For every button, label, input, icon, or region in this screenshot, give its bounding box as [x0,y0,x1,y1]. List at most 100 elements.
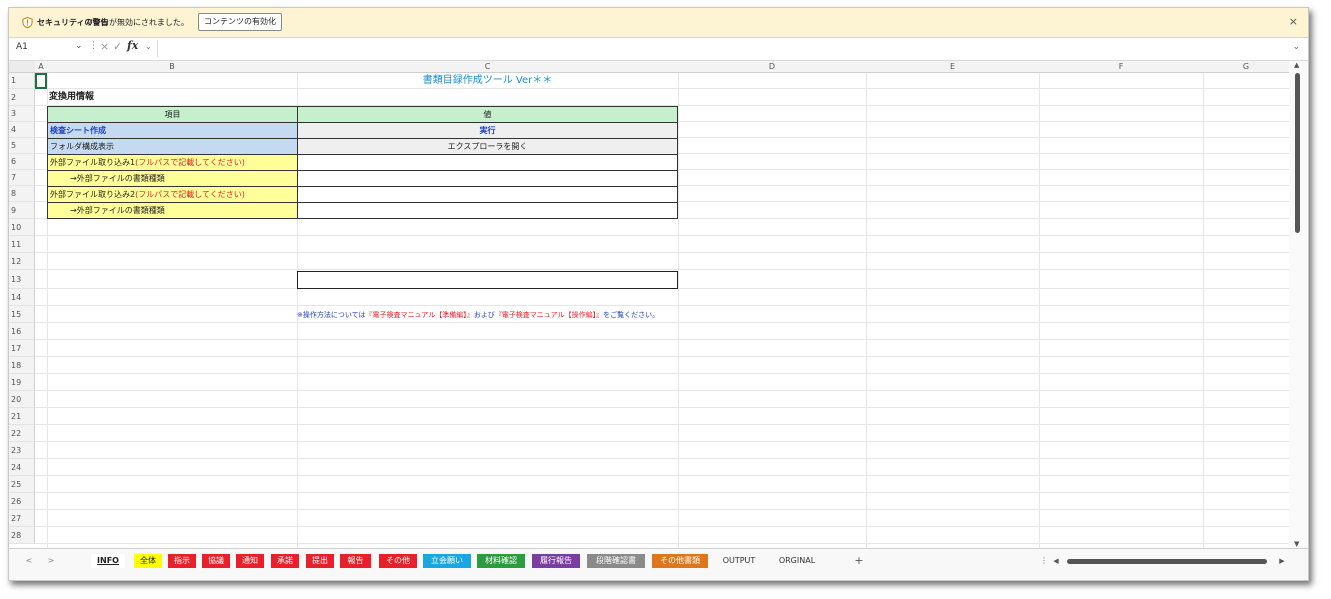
row-header[interactable]: 27 [9,510,35,527]
active-cell[interactable] [35,73,47,89]
external-file-1-type-input[interactable] [297,170,678,187]
grid-row-line [35,373,1289,374]
fullpath-note: (フルパスで記載してください) [135,190,245,199]
open-explorer-button[interactable]: エクスプローラを開く [297,138,678,155]
grid-row-line [35,475,1289,476]
select-all-corner[interactable] [9,61,36,73]
grid-row-line [35,509,1289,510]
external-file-1-label: 外部ファイル取り込み1(フルパスで記載してください) [47,154,298,171]
row-header[interactable]: 5 [9,138,35,154]
row-header[interactable]: 7 [9,170,35,186]
row-header[interactable]: 17 [9,340,35,357]
run-button[interactable]: 実行 [297,122,678,139]
row-header[interactable]: 18 [9,357,35,374]
enable-content-button[interactable]: コンテンツの有効化 [198,13,282,31]
row-header[interactable]: 14 [9,289,35,306]
row-header[interactable]: 21 [9,408,35,425]
sheet-tab-提出[interactable]: 提出 [306,554,334,568]
row-header[interactable]: 26 [9,493,35,510]
grid-row-line [35,543,1289,544]
sheet-tab-承諾[interactable]: 承諾 [271,554,299,568]
sheet-tab-orginal[interactable]: ORGINAL [771,554,823,568]
chevron-down-icon[interactable]: ⌄ [75,41,83,51]
row-header[interactable]: 2 [9,89,35,106]
grid-row-line [35,526,1289,527]
sheet-title: 書類目録作成ツール Ver＊＊ [422,75,553,86]
close-icon[interactable]: × [1289,15,1298,28]
row-header[interactable]: 9 [9,202,35,219]
row-header[interactable]: 20 [9,391,35,408]
row-header[interactable]: 16 [9,323,35,340]
sheet-tab-通知[interactable]: 通知 [236,554,264,568]
column-header-f[interactable]: F [1039,61,1204,73]
sheet-tab-段階確認書[interactable]: 段階確認書 [587,554,645,568]
sheet-tab-output[interactable]: OUTPUT [715,554,763,568]
external-file-2-text: 外部ファイル取り込み2 [50,190,136,199]
row-header[interactable]: 22 [9,425,35,442]
column-header-b[interactable]: B [47,61,298,73]
external-file-1-input[interactable] [297,154,678,171]
row-header[interactable]: 24 [9,459,35,476]
row-header[interactable]: 3 [9,106,35,122]
formula-input[interactable] [157,40,1298,57]
more-icon[interactable]: ⋮ [1039,554,1049,568]
sheet-tab-協議[interactable]: 協議 [202,554,230,568]
row-header[interactable]: 11 [9,236,35,253]
row-header[interactable]: 10 [9,219,35,236]
external-file-2-type-input[interactable] [297,202,678,219]
sheet-tab-立会願い[interactable]: 立会願い [423,554,471,568]
security-message: マクロが無効にされました。 [85,18,189,27]
row-header[interactable]: 19 [9,374,35,391]
scroll-left-icon[interactable]: ◀ [1051,554,1061,568]
sheet-tab-指示[interactable]: 指示 [168,554,196,568]
sheet-tab-履行報告[interactable]: 履行報告 [532,554,580,568]
scroll-up-icon[interactable]: ▲ [1294,61,1299,69]
external-file-2-input[interactable] [297,186,678,203]
tab-next-icon[interactable]: > [45,554,57,568]
grid-col-line [866,73,867,548]
row-header[interactable]: 1 [9,73,35,89]
name-box[interactable]: A1 [16,42,28,52]
grid-col-line [1039,73,1040,548]
column-header-d[interactable]: D [678,61,867,73]
sheet-tab-その他書類[interactable]: その他書類 [652,554,708,568]
sheet-tab-報告[interactable]: 報告 [340,554,371,568]
horizontal-scroll-thumb[interactable] [1067,559,1267,564]
add-sheet-icon[interactable]: + [852,554,866,568]
row-header[interactable]: 15 [9,306,35,323]
row-header[interactable]: 6 [9,154,35,170]
grid-row-line [35,441,1289,442]
row-header[interactable]: 23 [9,442,35,459]
sheet-tab-全体[interactable]: 全体 [134,554,162,568]
grid-row-line [35,356,1289,357]
grid-row-line [35,424,1289,425]
cancel-icon[interactable]: × [100,40,109,53]
section-label: 変換用情報 [49,92,95,102]
scroll-right-icon[interactable]: ▶ [1277,554,1287,568]
sheet-tab-その他[interactable]: その他 [379,554,417,568]
row-header[interactable]: 4 [9,122,35,138]
column-header-e[interactable]: E [866,61,1040,73]
more-icon: ⋮ [89,41,98,51]
scroll-down-icon[interactable]: ▼ [1294,540,1299,548]
sheet-tab-info[interactable]: INFO [91,554,125,568]
tab-prev-icon[interactable]: < [23,554,35,568]
column-header-c[interactable]: C [297,61,679,73]
chevron-down-icon[interactable]: ⌄ [145,42,152,51]
scroll-thumb[interactable] [1295,73,1300,233]
grid-col-line [1203,73,1204,548]
excel-window: セキュリティの警告 マクロが無効にされました。 コンテンツの有効化 × A1 ⌄… [8,7,1309,581]
check-icon[interactable]: ✓ [113,40,122,53]
sheet-tab-材料確認[interactable]: 材料確認 [477,554,525,568]
function-icon[interactable]: fx [127,39,138,52]
vertical-scrollbar[interactable]: ▲ ▼ [1289,61,1308,548]
column-header-g[interactable]: G [1203,61,1290,73]
grid-row-line [35,252,1289,253]
row-header[interactable]: 28 [9,527,35,544]
row-header[interactable]: 8 [9,186,35,202]
row-header[interactable]: 13 [9,270,35,289]
expand-icon[interactable]: ⌄ [1292,42,1300,52]
grid-row-line [35,305,1289,306]
row-header[interactable]: 12 [9,253,35,270]
row-header[interactable]: 25 [9,476,35,493]
